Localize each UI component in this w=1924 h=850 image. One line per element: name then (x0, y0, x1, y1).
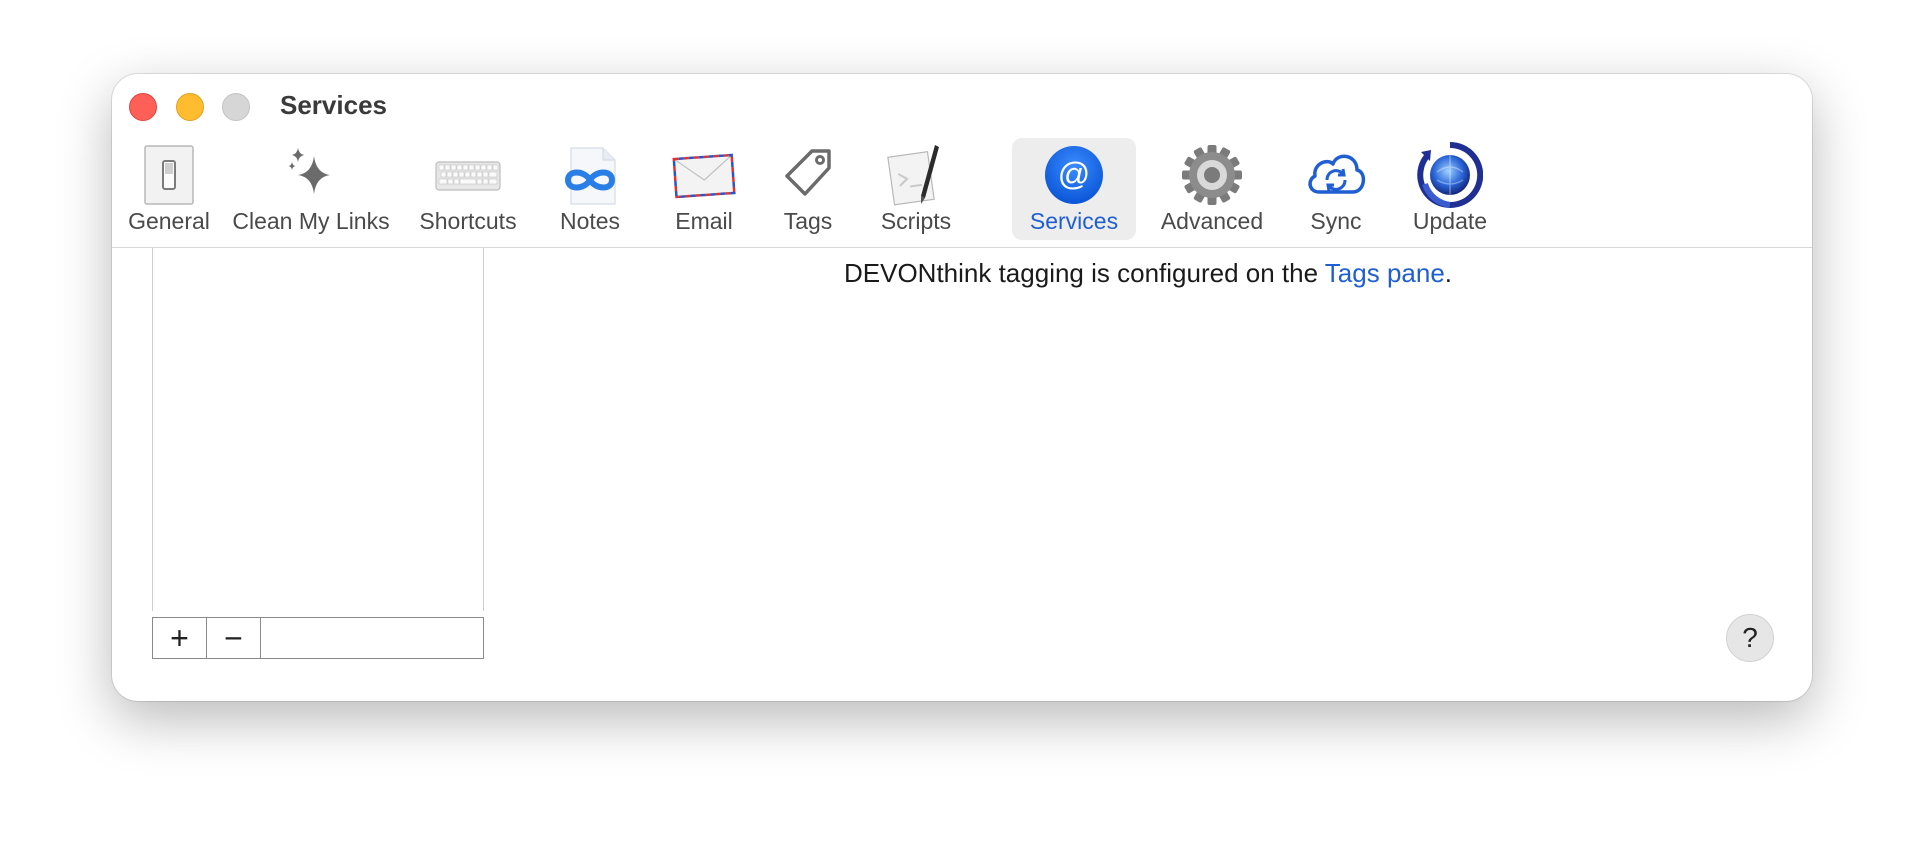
light-switch-icon (136, 142, 202, 208)
title-bar: Services General Clean My Links Shortcut… (112, 74, 1812, 249)
tab-shortcuts[interactable]: Shortcuts (404, 138, 532, 240)
list-footer-bar: + − (152, 617, 484, 659)
infinity-icon (557, 142, 623, 208)
tab-label: Tags (783, 208, 833, 234)
add-button[interactable]: + (153, 618, 207, 658)
tab-update[interactable]: Update (1402, 138, 1498, 240)
envelope-icon (671, 142, 737, 208)
message-suffix: . (1444, 258, 1453, 288)
tab-sync[interactable]: Sync (1298, 138, 1374, 240)
help-button[interactable]: ? (1726, 614, 1774, 662)
tab-label: Scripts (880, 208, 952, 234)
tab-label: Email (675, 208, 733, 234)
at-sign-icon: @ (1041, 142, 1107, 208)
keyboard-icon (435, 142, 501, 208)
tab-label: Update (1412, 208, 1488, 234)
tab-clean-my-links[interactable]: Clean My Links (228, 138, 394, 240)
message-text: DEVONthink tagging is configured on the (843, 258, 1325, 288)
remove-button[interactable]: − (207, 618, 261, 658)
tab-email[interactable]: Email (660, 138, 748, 240)
cloud-sync-icon (1303, 142, 1369, 208)
tab-notes[interactable]: Notes (546, 138, 634, 240)
sparkles-icon (278, 142, 344, 208)
info-message: DEVONthink tagging is configured on the … (484, 258, 1812, 289)
close-window-button[interactable] (129, 93, 157, 121)
tab-label: Notes (559, 208, 621, 234)
globe-refresh-icon (1417, 141, 1484, 208)
tab-label: Clean My Links (232, 208, 390, 234)
tag-icon (775, 142, 841, 208)
svg-text:@: @ (1058, 156, 1090, 192)
tab-label: Sync (1310, 208, 1362, 234)
tags-pane-link[interactable]: Tags pane (1325, 258, 1445, 288)
services-list[interactable] (152, 248, 484, 611)
tab-label: Shortcuts (419, 208, 517, 234)
preferences-window: Services General Clean My Links Shortcut… (112, 74, 1812, 701)
zoom-window-button[interactable] (222, 93, 250, 121)
tab-label: Services (1029, 208, 1119, 234)
tab-scripts[interactable]: Scripts (868, 138, 964, 240)
tab-services[interactable]: @ Services (1012, 138, 1136, 240)
minimize-window-button[interactable] (176, 93, 204, 121)
tab-label: General (128, 208, 210, 234)
tab-tags[interactable]: Tags (772, 138, 844, 240)
tab-label: Advanced (1160, 208, 1264, 234)
gear-icon (1179, 142, 1245, 208)
script-pen-icon (883, 142, 949, 208)
tab-advanced[interactable]: Advanced (1152, 138, 1272, 240)
window-title: Services (280, 90, 387, 120)
tab-general[interactable]: General (120, 138, 218, 240)
preferences-toolbar: General Clean My Links Shortcuts Notes E… (112, 138, 1812, 248)
